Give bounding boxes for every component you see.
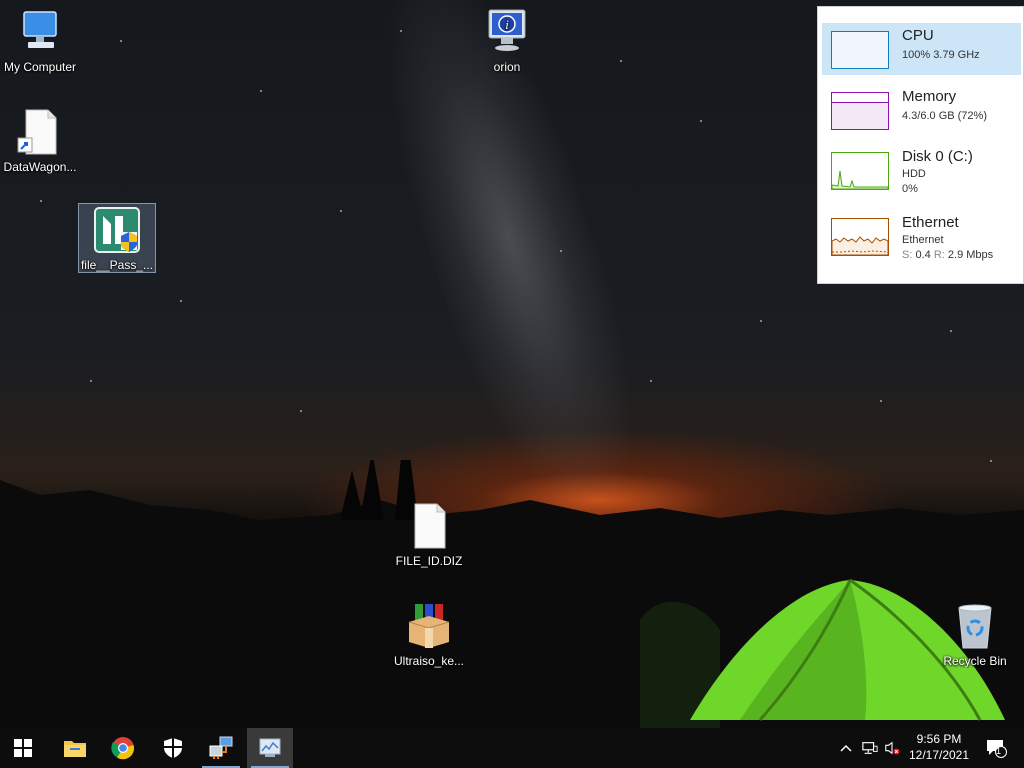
desktop-icon-datawagon[interactable]: DataWagon... <box>0 108 80 174</box>
security-shield-icon <box>164 738 182 758</box>
clock-date: 12/17/2021 <box>908 748 970 762</box>
document-shortcut-icon <box>16 108 64 156</box>
ethernet-adapter: Ethernet <box>902 234 944 246</box>
task-manager-icon <box>259 738 281 757</box>
action-center-button[interactable]: 1 <box>984 740 1010 758</box>
show-hidden-icons-chevron-up-icon[interactable] <box>838 740 854 756</box>
ethernet-graph <box>831 218 889 256</box>
desktop-icon-label: file__Pass_... <box>80 258 154 272</box>
taskbar-file-explorer[interactable] <box>52 728 98 768</box>
taskbar-task-manager[interactable] <box>247 728 293 768</box>
perf-row-ethernet[interactable]: Ethernet Ethernet S: 0.4 R: 2.9 Mbps <box>822 210 1021 262</box>
disk-type: HDD <box>902 168 926 180</box>
receive-value: 2.9 Mbps <box>947 249 994 261</box>
desktop-icon-label: Recycle Bin <box>943 654 1007 668</box>
taskbar-security[interactable] <box>150 728 196 768</box>
ethernet-throughput: S: 0.4 R: 2.9 Mbps <box>902 249 993 261</box>
notification-count: 1 <box>996 746 1002 756</box>
windows-start-icon <box>14 739 32 757</box>
start-button[interactable] <box>0 728 46 768</box>
volume-muted-icon[interactable] <box>884 740 900 756</box>
cpu-title: CPU <box>902 27 934 44</box>
blank-file-icon <box>405 502 453 550</box>
memory-graph <box>831 92 889 130</box>
info-computer-icon: i <box>483 8 531 56</box>
send-label: S: <box>902 249 913 261</box>
perf-row-disk[interactable]: Disk 0 (C:) HDD 0% <box>822 144 1021 196</box>
cpu-graph <box>831 31 889 69</box>
network-app-icon <box>209 736 233 759</box>
taskbar-network-app[interactable] <box>198 728 244 768</box>
performance-widget[interactable]: CPU 100% 3.79 GHz Memory 4.3/6.0 GB (72%… <box>817 6 1024 284</box>
computer-icon <box>16 8 64 56</box>
memory-title: Memory <box>902 88 957 105</box>
disk-title: Disk 0 (C:) <box>902 148 973 165</box>
perf-row-memory[interactable]: Memory 4.3/6.0 GB (72%) <box>822 84 1021 136</box>
desktop-icon-orion[interactable]: i orion <box>467 8 547 74</box>
taskbar: 9:56 PM 12/17/2021 1 <box>0 728 1024 768</box>
network-status-icon[interactable] <box>862 740 878 756</box>
desktop-icon-label: Ultraiso_ke... <box>393 654 465 668</box>
milky-way-band <box>347 0 673 532</box>
app-installer-icon <box>93 206 141 254</box>
cpu-usage: 100% 3.79 GHz <box>902 49 980 61</box>
desktop-icon-file-pass[interactable]: file__Pass_... <box>78 203 156 273</box>
desktop-icon-label: orion <box>493 60 521 74</box>
svg-text:i: i <box>505 17 509 32</box>
receive-label: R: <box>933 249 945 261</box>
desktop-icon-ultraiso[interactable]: Ultraiso_ke... <box>389 602 469 668</box>
file-explorer-icon <box>64 741 86 757</box>
recycle-bin-icon <box>951 602 999 650</box>
desktop[interactable]: My Computer i orion DataWagon... file__P… <box>0 0 1024 768</box>
desktop-icon-label: My Computer <box>3 60 77 74</box>
desktop-icon-label: FILE_ID.DIZ <box>395 554 463 568</box>
desktop-icon-label: DataWagon... <box>3 160 77 174</box>
send-value: 0.4 <box>915 249 931 261</box>
memory-usage: 4.3/6.0 GB (72%) <box>902 110 987 122</box>
disk-usage: 0% <box>902 183 918 195</box>
taskbar-chrome[interactable] <box>100 728 146 768</box>
desktop-icon-file-id-diz[interactable]: FILE_ID.DIZ <box>389 502 469 568</box>
disk-graph <box>831 152 889 190</box>
ethernet-title: Ethernet <box>902 214 959 231</box>
chrome-icon <box>111 737 135 760</box>
clock-time: 9:56 PM <box>916 732 962 746</box>
desktop-icon-recycle-bin[interactable]: Recycle Bin <box>935 602 1015 668</box>
perf-row-cpu[interactable]: CPU 100% 3.79 GHz <box>822 23 1021 75</box>
winrar-archive-icon <box>405 602 453 650</box>
system-clock[interactable]: 9:56 PM 12/17/2021 <box>904 731 974 763</box>
desktop-icon-my-computer[interactable]: My Computer <box>0 8 80 74</box>
